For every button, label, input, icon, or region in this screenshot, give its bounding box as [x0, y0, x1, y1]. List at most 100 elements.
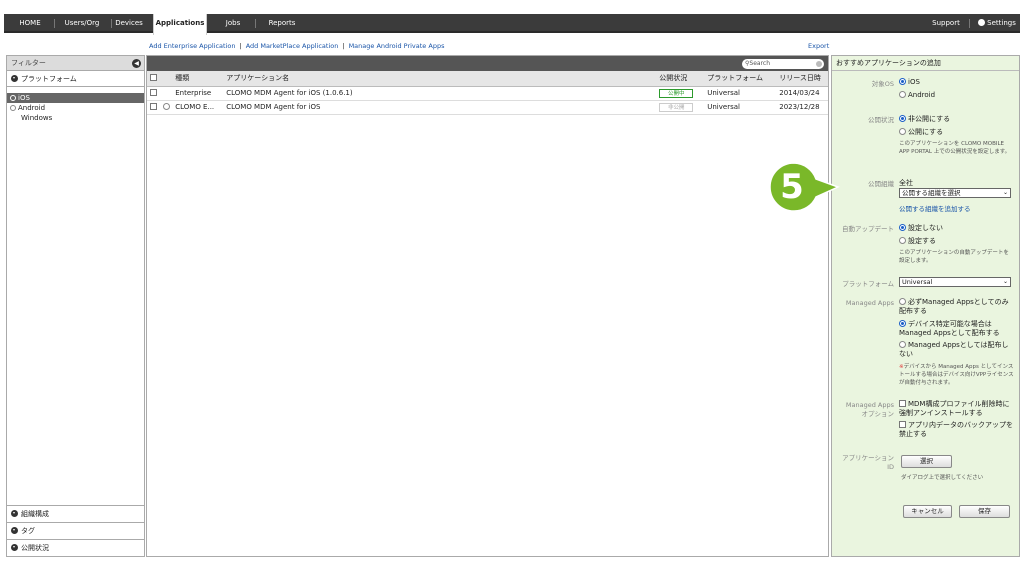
row-checkbox[interactable]: [150, 103, 157, 110]
col-type[interactable]: 種類: [172, 71, 224, 87]
platform-label: Windows: [21, 114, 53, 122]
nav-divider: [111, 19, 112, 28]
section-label: 公開状況: [21, 544, 49, 552]
add-enterprise-app-link[interactable]: Add Enterprise Application: [149, 42, 235, 50]
platform-label: プラットフォーム: [842, 280, 894, 288]
gear-icon: [978, 19, 986, 26]
auto-update-off[interactable]: 設定しない: [899, 223, 943, 233]
target-os-android[interactable]: Android: [899, 91, 935, 99]
label-line: アプリケーション: [842, 454, 894, 462]
select-value: 公開する組織を選択: [902, 189, 961, 197]
section-label: タグ: [21, 527, 35, 535]
nav-divider: [969, 19, 970, 28]
label-line: ID: [887, 463, 894, 471]
search-input[interactable]: ⚲Search: [742, 59, 824, 69]
filter-section-org[interactable]: 組織構成: [7, 505, 144, 522]
cancel-button[interactable]: キャンセル: [903, 505, 952, 518]
tab-home[interactable]: HOME: [12, 14, 48, 33]
cell-platform: Universal: [704, 86, 777, 101]
target-os-ios[interactable]: iOS: [899, 78, 920, 86]
cell-date: 2014/03/24: [776, 86, 828, 101]
radio-selected-icon: [899, 224, 906, 231]
pub-status-public[interactable]: 公開にする: [899, 127, 943, 137]
filter-bottom-sections: 組織構成 タグ 公開状況: [7, 505, 144, 556]
platform-item-android[interactable]: Android: [7, 103, 144, 113]
option-label: デバイス特定可能な場合は Managed Appsとして配布する: [899, 320, 1000, 337]
support-link[interactable]: Support: [926, 14, 966, 33]
radio-selected-icon: [899, 320, 906, 327]
option-label: 非公開にする: [908, 115, 951, 123]
select-all-checkbox[interactable]: [150, 74, 157, 82]
col-release-date[interactable]: リリース日時: [776, 71, 828, 87]
auto-update-label: 自動アップデート: [842, 225, 894, 233]
table-row[interactable]: CLOMO E... CLOMO MDM Agent for iOS 非公開 U…: [147, 100, 828, 115]
filter-section-tag[interactable]: タグ: [7, 522, 144, 539]
label-line: Managed Apps: [845, 401, 894, 409]
managed-option-if-identifiable[interactable]: デバイス特定可能な場合は Managed Appsとして配布する: [899, 320, 1015, 338]
cell-app-name[interactable]: CLOMO MDM Agent for iOS (1.0.6.1): [223, 86, 657, 101]
platform-select[interactable]: Universal ⌄: [899, 277, 1011, 287]
collapse-left-icon[interactable]: ◀: [132, 59, 141, 68]
select-value: Universal: [902, 278, 933, 286]
select-app-button[interactable]: 選択: [901, 455, 952, 468]
tab-reports[interactable]: Reports: [263, 14, 301, 33]
save-button[interactable]: 保存: [959, 505, 1010, 518]
managed-apps-label: Managed Apps: [845, 299, 894, 307]
platform-item-ios[interactable]: iOS: [7, 93, 144, 103]
col-app-name[interactable]: アプリケーション名: [223, 71, 657, 87]
option-label: 公開にする: [908, 128, 944, 136]
pub-status-private[interactable]: 非公開にする: [899, 114, 950, 124]
radio-icon: [899, 91, 906, 98]
clear-icon[interactable]: [816, 61, 822, 67]
chevron-down-icon: [11, 75, 18, 82]
pub-org-value: 全社: [899, 179, 913, 187]
radio-icon: [899, 128, 906, 135]
radio-icon: [899, 298, 906, 305]
cell-app-name[interactable]: CLOMO MDM Agent for iOS: [223, 100, 657, 115]
note-text: デバイスから Managed Apps としてインストールする場合はデバイス向け…: [899, 364, 1014, 386]
cell-status: 公開中: [656, 86, 705, 101]
select-note: ダイアログ上で選択してください: [901, 475, 984, 481]
application-list: ⚲Search 種類 アプリケーション名 公開状況 プラットフォーム リリース日…: [146, 55, 829, 557]
pub-status-label: 公開状況: [868, 116, 894, 124]
add-marketplace-app-link[interactable]: Add MarketPlace Application: [246, 42, 339, 50]
col-status[interactable]: 公開状況: [656, 71, 705, 87]
filter-section-platform[interactable]: プラットフォーム: [7, 71, 144, 87]
settings-link[interactable]: Settings: [976, 14, 1018, 33]
managed-options-label: Managed Apps オプション: [832, 401, 894, 419]
platform-item-windows[interactable]: Windows: [7, 113, 144, 123]
tab-users-org[interactable]: Users/Org: [58, 14, 106, 33]
filter-header: フィルター ◀: [7, 56, 144, 71]
option-label: iOS: [908, 78, 920, 86]
option-label: Android: [908, 91, 936, 99]
filter-section-status[interactable]: 公開状況: [7, 539, 144, 556]
status-badge: 公開中: [659, 88, 694, 98]
table-row[interactable]: Enterprise CLOMO MDM Agent for iOS (1.0.…: [147, 86, 828, 101]
add-pub-org-link[interactable]: 公開する組織を追加する: [899, 203, 971, 213]
pub-org-select[interactable]: 公開する組織を選択 ⌄: [899, 188, 1011, 198]
link-separator: |: [239, 42, 242, 50]
manage-android-apps-link[interactable]: Manage Android Private Apps: [349, 42, 445, 50]
export-link[interactable]: Export: [808, 42, 829, 50]
tab-devices[interactable]: Devices: [114, 14, 144, 33]
tab-jobs[interactable]: Jobs: [219, 14, 247, 33]
force-uninstall-checkbox[interactable]: MDM構成プロファイル削除時に強制アンインストールする: [899, 400, 1015, 418]
managed-option-never[interactable]: Managed Appsとしては配布しない: [899, 341, 1015, 359]
select-all-cell: [147, 71, 173, 87]
label-line: オプション: [861, 410, 895, 418]
col-platform[interactable]: プラットフォーム: [704, 71, 777, 87]
pub-org-label: 公開組織: [868, 180, 894, 188]
row-checkbox[interactable]: [150, 89, 157, 96]
auto-update-on[interactable]: 設定する: [899, 236, 936, 246]
managed-option-only[interactable]: 必ずManaged Appsとしてのみ配布する: [899, 298, 1015, 316]
chevron-down-icon: [11, 510, 18, 517]
cell-status: 非公開: [656, 100, 705, 115]
tab-applications[interactable]: Applications: [153, 14, 207, 35]
chevron-down-icon: [11, 544, 18, 551]
cell-date: 2023/12/28: [776, 100, 828, 115]
platform-section-label: プラットフォーム: [21, 75, 77, 83]
search-placeholder: Search: [749, 60, 771, 67]
settings-label: Settings: [987, 19, 1016, 27]
disable-backup-checkbox[interactable]: アプリ内データのバックアップを禁止する: [899, 421, 1015, 439]
row-select-cell: [147, 100, 173, 115]
